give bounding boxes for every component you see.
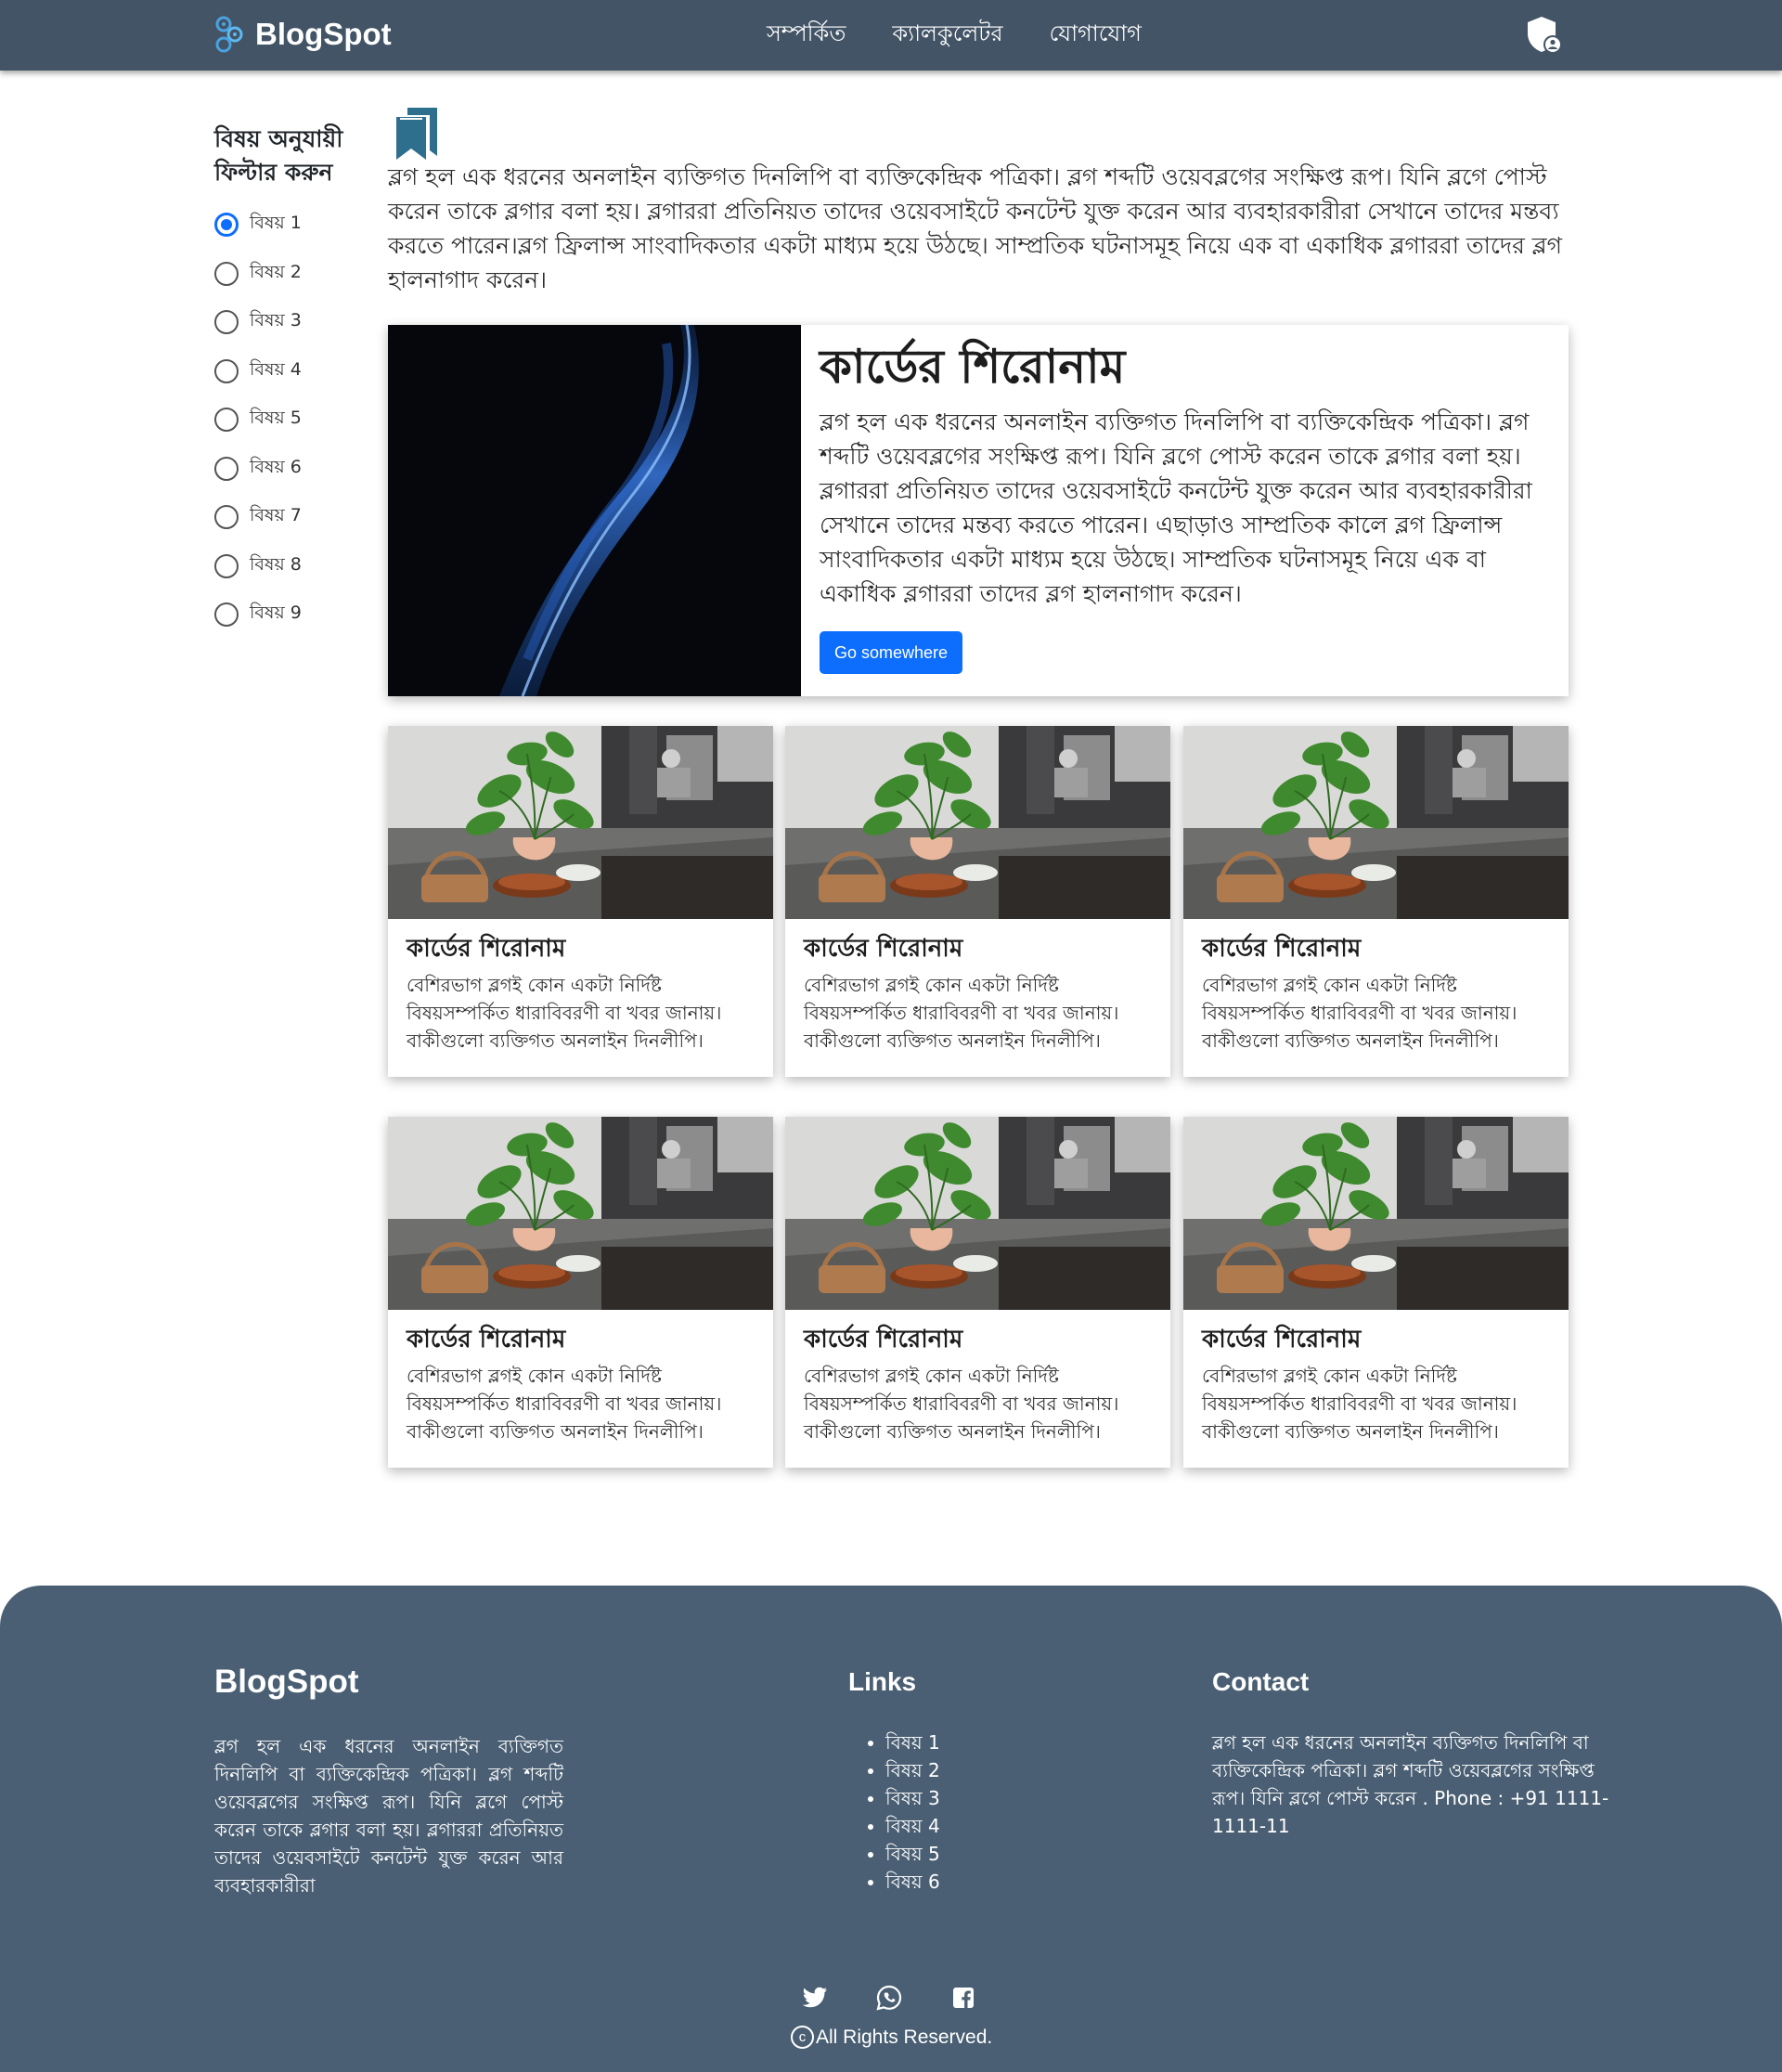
brand-name: BlogSpot [255,17,392,51]
card-text: বেশিরভাগ ব্লগই কোন একটা নির্দিষ্ট বিষয়স… [1202,1365,1517,1443]
copyright: c All Rights Reserved. [791,2026,992,2049]
plant-illustration [388,726,773,919]
go-somewhere-button[interactable]: Go somewhere [820,631,963,674]
footer-links-list: বিষয় 1 বিষয় 2 বিষয় 3 বিষয় 4 বিষয় 5 … [885,1729,940,1896]
card-text: বেশিরভাগ ব্লগই কোন একটা নির্দিষ্ট বিষয়স… [407,1365,722,1443]
card-text: বেশিরভাগ ব্লগই কোন একটা নির্দিষ্ট বিষয়স… [804,974,1119,1052]
blog-card[interactable]: কার্ডের শিরোনাম বেশিরভাগ ব্লগই কোন একটা ন… [388,726,773,1077]
whatsapp-icon[interactable] [874,1983,904,2013]
filter-option-5[interactable]: বিষয় 5 [214,395,363,445]
facebook-icon[interactable] [949,1983,978,2013]
filter-title: বিষয় অনুযায়ী ফিল্টার করুন [214,125,343,186]
footer-brand: BlogSpot [214,1664,359,1700]
card-title: কার্ডের শিরোনাম [804,1326,963,1353]
blog-card[interactable]: কার্ডের শিরোনাম বেশিরভাগ ব্লগই কোন একটা ন… [785,1117,1170,1468]
filter-option-1[interactable]: বিষয় 1 [214,201,363,250]
site-footer: BlogSpot ব্লগ হল এক ধরনের অনলাইন ব্যক্তি… [0,1586,1782,2072]
footer-links-heading: Links [848,1667,917,1696]
filter-label: বিষয় 4 [250,358,302,380]
filter-label: বিষয় 7 [250,505,302,526]
blog-card[interactable]: কার্ডের শিরোনাম বেশিরভাগ ব্লগই কোন একটা ন… [388,1117,773,1468]
filter-label: বিষয় 8 [250,553,302,575]
card-text: বেশিরভাগ ব্লগই কোন একটা নির্দিষ্ট বিষয়স… [407,974,722,1052]
nav-link-about[interactable]: সম্পর্কিত [767,17,846,54]
card-image [785,1117,1170,1310]
plant-illustration [785,1117,1170,1310]
featured-card-body: কার্ডের শিরোনাম ব্লগ হল এক ধরনের অনলাইন … [801,325,1569,696]
footer-link[interactable]: বিষয় 6 [885,1868,940,1896]
footer-link[interactable]: বিষয় 5 [885,1840,940,1868]
card-title: কার্ডের শিরোনাম [407,1326,566,1353]
radio-button[interactable] [214,408,239,433]
card-title: কার্ডের শিরোনাম [1202,1326,1362,1353]
intro-paragraph: ব্লগ হল এক ধরনের অনলাইন ব্যক্তিগত দিনলিপ… [388,163,1563,293]
footer-link[interactable]: বিষয় 1 [885,1729,940,1756]
main-nav: সম্পর্কিত ক্যালকুলেটর যোগাযোগ [767,0,1188,71]
radio-button[interactable] [214,213,239,238]
footer-contact-heading: Contact [1212,1667,1310,1696]
featured-card: কার্ডের শিরোনাম ব্লগ হল এক ধরনের অনলাইন … [388,325,1569,696]
blog-card[interactable]: কার্ডের শিরোনাম বেশিরভাগ ব্লগই কোন একটা ন… [785,726,1170,1077]
card-image [1183,726,1569,919]
brand-logo[interactable]: BlogSpot [214,11,392,58]
nav-link-contact[interactable]: যোগাযোগ [1050,17,1142,54]
filter-option-7[interactable]: বিষয় 7 [214,493,363,542]
radio-button[interactable] [214,358,239,383]
brand-logo-icon [215,16,243,53]
footer-contact-text: ব্লগ হল এক ধরনের অনলাইন ব্যক্তিগত দিনলিপ… [1212,1731,1609,1837]
featured-card-image [388,325,801,696]
filter-label: বিষয় 3 [250,310,302,331]
user-shield-icon[interactable] [1525,15,1564,56]
filter-sidebar: বিষয় অনুযায়ী ফিল্টার করুন বিষয় 1 বিষয… [214,123,363,640]
card-image [388,726,773,919]
filter-option-2[interactable]: বিষয় 2 [214,250,363,299]
footer-link[interactable]: বিষয় 2 [885,1756,940,1784]
radio-button[interactable] [214,456,239,481]
filter-option-3[interactable]: বিষয় 3 [214,298,363,347]
radio-button[interactable] [214,602,239,628]
nav-link-calculator[interactable]: ক্যালকুলেটর [892,17,1002,54]
radio-button[interactable] [214,505,239,530]
card-image [388,1117,773,1310]
social-links [800,1983,1023,2013]
filter-label: বিষয় 6 [250,456,302,477]
plant-illustration [785,726,1170,919]
card-image [1183,1117,1569,1310]
featured-card-text: ব্লগ হল এক ধরনের অনলাইন ব্যক্তিগত দিনলিপ… [820,408,1532,607]
card-text: বেশিরভাগ ব্লগই কোন একটা নির্দিষ্ট বিষয়স… [804,1365,1119,1443]
bookmarks-icon [396,108,437,160]
filter-label: বিষয় 2 [250,261,302,282]
filter-option-6[interactable]: বিষয় 6 [214,445,363,494]
card-title: কার্ডের শিরোনাম [407,935,566,963]
radio-button[interactable] [214,310,239,335]
blog-card[interactable]: কার্ডের শিরোনাম বেশিরভাগ ব্লগই কোন একটা ন… [1183,1117,1569,1468]
plant-illustration [388,1117,773,1310]
filter-option-8[interactable]: বিষয় 8 [214,542,363,591]
card-image [785,726,1170,919]
navbar: BlogSpot সম্পর্কিত ক্যালকুলেটর যোগাযোগ [0,0,1782,71]
featured-card-title: কার্ডের শিরোনাম [820,340,1126,394]
radio-button[interactable] [214,553,239,578]
footer-link[interactable]: বিষয় 3 [885,1784,940,1812]
copyright-text: All Rights Reserved. [816,2026,993,2048]
card-title: কার্ডের শিরোনাম [804,935,963,963]
copyright-icon: c [791,2026,814,2049]
filter-option-9[interactable]: বিষয় 9 [214,590,363,640]
blog-card[interactable]: কার্ডের শিরোনাম বেশিরভাগ ব্লগই কোন একটা ন… [1183,726,1569,1077]
card-title: কার্ডের শিরোনাম [1202,935,1362,963]
filter-label: বিষয় 1 [250,213,302,234]
twitter-icon[interactable] [800,1983,830,2013]
filter-option-4[interactable]: বিষয় 4 [214,347,363,396]
footer-link[interactable]: বিষয় 4 [885,1812,940,1840]
filter-label: বিষয় 9 [250,602,302,624]
smoke-illustration [388,325,801,696]
radio-button[interactable] [214,261,239,286]
filter-label: বিষয় 5 [250,408,302,429]
footer-about-text: ব্লগ হল এক ধরনের অনলাইন ব্যক্তিগত দিনলিপ… [214,1735,563,1897]
filter-list: বিষয় 1 বিষয় 2 বিষয় 3 বিষয় 4 বিষয় 5 … [214,201,363,640]
plant-illustration [1183,1117,1569,1310]
plant-illustration [1183,726,1569,919]
card-text: বেশিরভাগ ব্লগই কোন একটা নির্দিষ্ট বিষয়স… [1202,974,1517,1052]
